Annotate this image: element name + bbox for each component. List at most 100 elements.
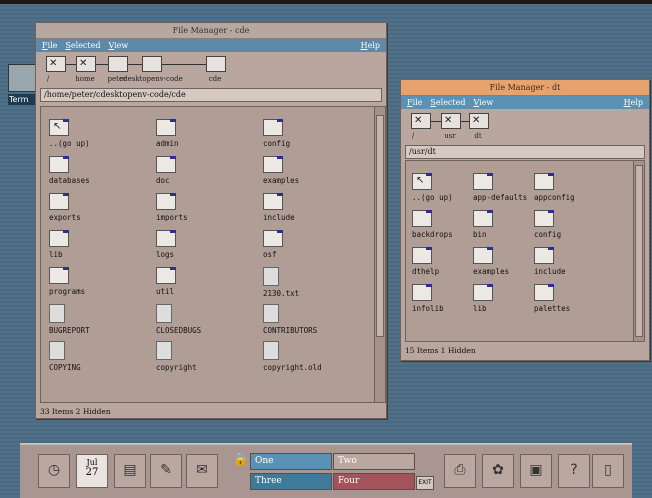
file-item[interactable]: examples xyxy=(263,156,353,185)
file-item-label: BUGREPORT xyxy=(49,326,90,335)
mail-button[interactable]: ✉ xyxy=(186,454,218,488)
folder-icon xyxy=(473,173,493,190)
file-item-label: examples xyxy=(263,176,300,185)
workspace-three[interactable]: Three xyxy=(250,473,332,490)
status-bar: 15 Items 1 Hidden xyxy=(405,346,476,355)
file-item-label: ..(go up) xyxy=(49,139,90,148)
file-item[interactable]: databases xyxy=(49,156,139,185)
folder-icon xyxy=(156,193,176,210)
clock-button[interactable]: ◷ xyxy=(38,454,70,488)
document-icon xyxy=(49,304,65,323)
menu-view[interactable]: View xyxy=(108,41,128,50)
file-item-label: lib xyxy=(49,250,63,259)
path-peter[interactable]: peter xyxy=(108,56,128,83)
file-item[interactable]: util xyxy=(156,267,246,296)
status-bar: 33 Items 2 Hidden xyxy=(40,407,111,416)
scrollbar-thumb[interactable] xyxy=(635,165,643,337)
menu-file[interactable]: File xyxy=(407,98,422,107)
file-item[interactable]: exports xyxy=(49,193,139,222)
file-pane[interactable]: ↖ ..(go up) admin config databases doc example… xyxy=(40,106,386,403)
menu-help[interactable]: Help xyxy=(624,98,643,107)
menu-selected[interactable]: Selected xyxy=(65,41,100,50)
file-item[interactable]: CONTRIBUTORS xyxy=(263,304,353,335)
path-usr[interactable]: ✕ usr xyxy=(441,113,461,140)
printer-button[interactable]: ⎙ xyxy=(444,454,476,488)
folder-icon xyxy=(49,267,69,284)
folder-icon xyxy=(156,119,176,136)
app-manager-button[interactable]: ▣ xyxy=(520,454,552,488)
help-manager-button[interactable]: ? xyxy=(558,454,590,488)
file-item-label: admin xyxy=(156,139,179,148)
file-item[interactable]: include xyxy=(263,193,353,222)
path-field[interactable]: /usr/dt xyxy=(405,145,645,159)
desktop-terminal-icon[interactable]: Term xyxy=(8,64,36,105)
style-manager-button[interactable]: ✿ xyxy=(482,454,514,488)
pencil-icon: ✎ xyxy=(160,462,172,478)
menu-selected[interactable]: Selected xyxy=(430,98,465,107)
file-item[interactable]: copyright.old xyxy=(263,341,353,372)
file-item-label: logs xyxy=(156,250,175,259)
file-item[interactable]: copyright xyxy=(156,341,246,372)
file-item[interactable]: osf xyxy=(263,230,353,259)
file-item[interactable]: palettes xyxy=(534,284,624,313)
menu-file[interactable]: File xyxy=(42,41,57,50)
desktop-icon-label: Term xyxy=(8,94,36,105)
file-item[interactable]: COPYING xyxy=(49,341,139,372)
file-manager-dt-window[interactable]: File Manager - dt File Selected View Hel… xyxy=(400,79,650,361)
file-item-label: databases xyxy=(49,176,90,185)
workspace-four[interactable]: Four xyxy=(333,473,415,490)
file-item[interactable]: admin xyxy=(156,119,246,148)
window-title[interactable]: File Manager - cde xyxy=(36,23,386,39)
file-item[interactable]: appconfig xyxy=(534,173,624,202)
workspace-two[interactable]: Two xyxy=(333,453,415,470)
path-root[interactable]: ✕ / xyxy=(46,56,66,83)
path-cde[interactable]: cde xyxy=(206,56,226,83)
document-icon xyxy=(156,304,172,323)
terminal-icon xyxy=(8,64,36,92)
file-item[interactable]: programs xyxy=(49,267,139,296)
path-home[interactable]: ✕ home xyxy=(75,56,96,83)
file-item[interactable]: include xyxy=(534,247,624,276)
file-item-label: doc xyxy=(156,176,170,185)
calendar-button[interactable]: Jul 27 xyxy=(76,454,108,488)
scrollbar-thumb[interactable] xyxy=(376,115,384,337)
file-item[interactable]: logs xyxy=(156,230,246,259)
lock-icon[interactable]: 🔒 xyxy=(233,452,248,466)
menu-help[interactable]: Help xyxy=(361,41,380,50)
file-item[interactable]: config xyxy=(534,210,624,239)
calendar-month: Jul xyxy=(86,458,98,467)
file-item-label: exports xyxy=(49,213,81,222)
folder-icon xyxy=(49,156,69,173)
file-item[interactable]: BUGREPORT xyxy=(49,304,139,335)
menu-view[interactable]: View xyxy=(473,98,493,107)
file-item[interactable]: doc xyxy=(156,156,246,185)
trash-button[interactable]: ▯ xyxy=(592,454,624,488)
file-item[interactable]: lib xyxy=(49,230,139,259)
window-title[interactable]: File Manager - dt xyxy=(401,80,649,96)
file-item[interactable]: config xyxy=(263,119,353,148)
vertical-scrollbar[interactable] xyxy=(633,161,644,341)
path-cdesktopenv-code[interactable]: cdesktopenv-code xyxy=(119,56,183,83)
path-dt[interactable]: ✕ dt xyxy=(469,113,489,140)
folder-icon xyxy=(412,210,432,227)
folder-icon xyxy=(263,193,283,210)
path-field[interactable]: /home/peter/cdesktopenv-code/cde xyxy=(40,88,382,102)
file-item-label: config xyxy=(263,139,291,148)
file-manager-button[interactable]: ▤ xyxy=(114,454,146,488)
file-manager-cde-window[interactable]: File Manager - cde File Selected View He… xyxy=(35,22,387,419)
text-editor-button[interactable]: ✎ xyxy=(150,454,182,488)
file-item[interactable]: ↖ ..(go up) xyxy=(49,119,139,148)
file-item[interactable]: imports xyxy=(156,193,246,222)
front-panel: ◷ Jul 27 ▤ ✎ ✉ 🔒 One Two Three Four EXIT… xyxy=(20,443,632,498)
file-pane[interactable]: ↖ ..(go up) app-defaults appconfig backdrops… xyxy=(405,160,645,342)
workspace-one[interactable]: One xyxy=(250,453,332,470)
exit-button[interactable]: EXIT xyxy=(416,476,434,490)
file-item-label: include xyxy=(534,267,566,276)
path-root[interactable]: ✕ / xyxy=(411,113,431,140)
document-icon xyxy=(263,304,279,323)
file-item[interactable]: CLOSEDBUGS xyxy=(156,304,246,335)
folder-icon xyxy=(156,156,176,173)
file-item[interactable]: 2130.txt xyxy=(263,267,353,298)
menubar: File Selected View Help xyxy=(401,96,649,109)
vertical-scrollbar[interactable] xyxy=(374,107,385,402)
